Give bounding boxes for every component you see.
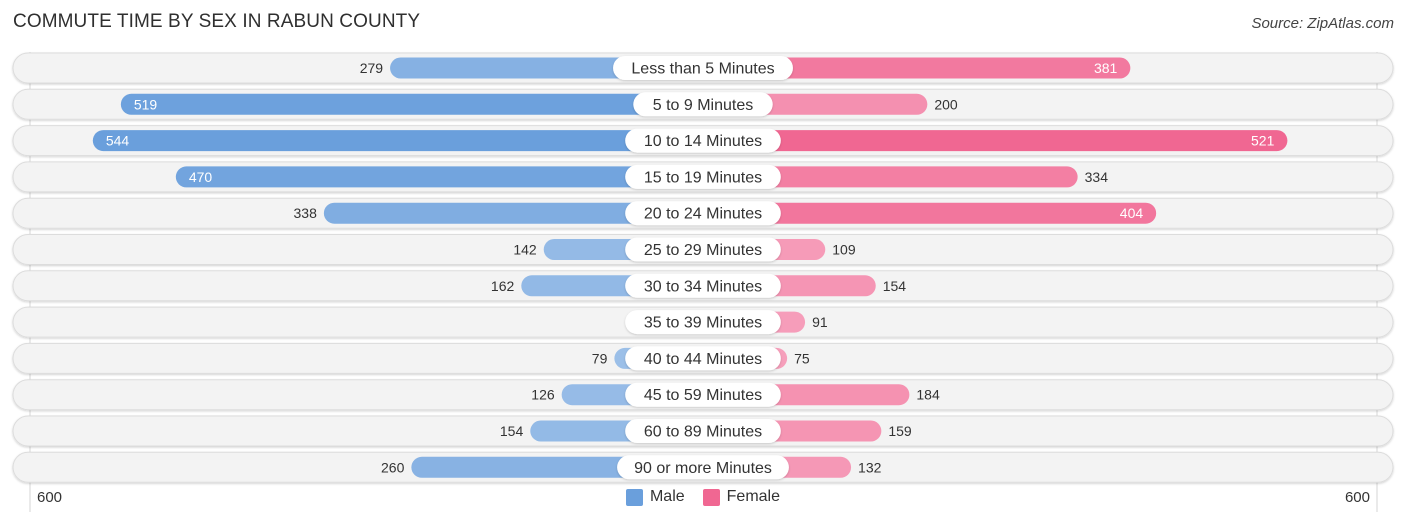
bar-row[interactable]: 162 154 30 to 34 Minutes xyxy=(12,270,1394,302)
bar-row[interactable]: 259135 to 39 Minutes xyxy=(12,306,1394,338)
female-value-label: 381 xyxy=(1094,60,1118,76)
female-value-label: 521 xyxy=(1251,133,1275,149)
male-value-label: 470 xyxy=(189,169,213,185)
category-label: 20 to 24 Minutes xyxy=(644,206,762,223)
male-value-label: 126 xyxy=(531,387,555,403)
bar-row[interactable]: 260 132 90 or more Minutes xyxy=(12,451,1394,483)
bar-row[interactable]: 79 75 40 to 44 Minutes xyxy=(12,342,1394,374)
legend-label-male: Male xyxy=(649,488,685,505)
category-label: 30 to 34 Minutes xyxy=(644,278,762,295)
male-value-label: 154 xyxy=(500,423,524,439)
category-label: 90 or more Minutes xyxy=(634,460,772,477)
female-value-label: 75 xyxy=(794,350,810,366)
legend-swatch-male xyxy=(625,488,643,506)
category-label: Less than 5 Minutes xyxy=(631,61,774,78)
category-label: 15 to 19 Minutes xyxy=(644,169,762,186)
male-value-label: 79 xyxy=(592,350,608,366)
male-bar xyxy=(175,166,704,188)
legend-item-male[interactable]: Male xyxy=(625,488,685,506)
female-value-label: 159 xyxy=(888,423,912,439)
male-value-label: 162 xyxy=(491,278,515,294)
male-bar xyxy=(120,93,704,115)
category-label: 5 to 9 Minutes xyxy=(653,97,754,114)
legend-item-female[interactable]: Female xyxy=(702,488,781,506)
chart-area: 279 381 Less than 5 Minutes 519 200 5 to 9 Mi… xyxy=(12,52,1394,512)
category-label: 10 to 14 Minutes xyxy=(644,133,762,150)
bar-row[interactable]: 519 200 5 to 9 Minutes xyxy=(12,88,1394,120)
female-value-label: 334 xyxy=(1085,169,1109,185)
category-label: 35 to 39 Minutes xyxy=(644,315,762,332)
bar-row[interactable]: 338 404 20 to 24 Minutes xyxy=(12,197,1394,229)
category-label: 45 to 59 Minutes xyxy=(644,387,762,404)
legend-label-female: Female xyxy=(726,488,781,505)
male-value-label: 338 xyxy=(294,205,318,221)
female-value-label: 154 xyxy=(883,278,907,294)
male-value-label: 544 xyxy=(106,133,130,149)
bar-row[interactable]: 154 159 60 to 89 Minutes xyxy=(12,415,1394,447)
female-value-label: 109 xyxy=(832,242,856,258)
male-value-label: 260 xyxy=(381,459,405,475)
category-label: 40 to 44 Minutes xyxy=(644,351,762,368)
male-value-label: 142 xyxy=(513,242,537,258)
female-value-label: 132 xyxy=(858,459,882,475)
bar-row[interactable]: 544 521 10 to 14 Minutes xyxy=(12,125,1394,157)
female-value-label: 404 xyxy=(1120,205,1144,221)
female-value-label: 91 xyxy=(812,314,828,330)
bar-row[interactable]: 470 334 15 to 19 Minutes xyxy=(12,161,1394,193)
female-value-label: 184 xyxy=(916,387,940,403)
legend-swatch-female xyxy=(702,488,720,506)
bar-row[interactable]: 142 109 25 to 29 Minutes xyxy=(12,234,1394,265)
bar-row[interactable]: 126 184 45 to 59 Minutes xyxy=(12,379,1394,411)
category-label: 25 to 29 Minutes xyxy=(644,242,762,259)
male-bar xyxy=(92,130,703,152)
legend: Male Female xyxy=(0,488,1406,506)
category-label: 60 to 89 Minutes xyxy=(644,424,762,441)
male-value-label: 279 xyxy=(360,60,384,76)
male-value-label: 519 xyxy=(134,96,158,112)
bar-row[interactable]: 279 381 Less than 5 Minutes xyxy=(12,52,1394,84)
female-value-label: 200 xyxy=(934,96,958,112)
female-bar xyxy=(703,130,1288,152)
